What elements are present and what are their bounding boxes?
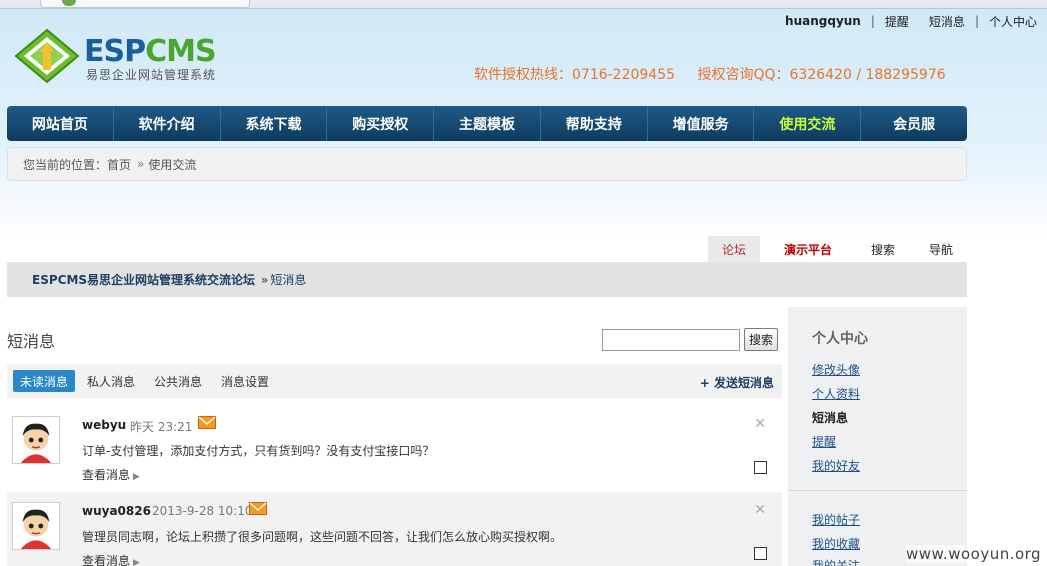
close-icon[interactable]: ✕: [754, 416, 766, 432]
nav-item-help[interactable]: 帮助支持: [541, 106, 648, 141]
list-item: webyu 昨天 23:21 订单-支付管理，添加支付方式，只有货到吗？没有支付…: [7, 406, 782, 492]
top-user-links: huangqyun | 提醒 短消息 | 个人中心: [775, 13, 1047, 29]
message-checkbox[interactable]: [754, 461, 767, 474]
message-checkbox[interactable]: [754, 547, 767, 560]
hotline-info: 软件授权热线：0716-2209455 授权咨询QQ：6326420 / 188…: [474, 64, 964, 84]
avatar[interactable]: [12, 502, 60, 550]
tab-public[interactable]: 公共消息: [147, 370, 209, 392]
close-icon[interactable]: ✕: [754, 502, 766, 518]
view-message-link[interactable]: 查看消息 ▶: [82, 552, 140, 566]
sidebar-divider: [788, 490, 967, 491]
nav-item-member[interactable]: 会员服: [861, 106, 967, 141]
breadcrumb-prefix[interactable]: 您当前的位置：首页: [23, 156, 131, 173]
message-time: 昨天 23:21: [130, 420, 193, 434]
sidebar-item-favorites[interactable]: 我的收藏: [812, 535, 860, 552]
sidebar-item-friends[interactable]: 我的好友: [812, 457, 860, 474]
watermark: www.wooyun.org: [906, 545, 1042, 563]
logo-wordmark-b: CMS: [145, 34, 216, 69]
forum-name-link[interactable]: ESPCMS易思企业网站管理系统交流论坛: [32, 271, 255, 288]
browser-tab-strip: [0, 0, 1047, 9]
remind-link[interactable]: 提醒: [875, 13, 919, 30]
nav-item-community[interactable]: 使用交流: [754, 106, 862, 141]
site-logo[interactable]: ESPCMS 易思企业网站管理系统: [14, 28, 244, 88]
sidebar-item-messages[interactable]: 短消息: [812, 409, 848, 426]
forum-tabs: 论坛 演示平台 搜索 导航: [708, 236, 968, 262]
sidebar-item-avatar[interactable]: 修改头像: [812, 361, 860, 378]
nav-item-download[interactable]: 系统下载: [221, 106, 328, 141]
tab-demo[interactable]: 演示平台: [764, 236, 852, 262]
view-message-label[interactable]: 查看消息: [82, 554, 130, 566]
search-button[interactable]: 搜索: [744, 328, 778, 351]
breadcrumb: 您当前的位置：首页 » 使用交流: [7, 147, 967, 181]
tab-settings[interactable]: 消息设置: [214, 370, 276, 392]
logo-subtitle: 易思企业网站管理系统: [86, 68, 217, 82]
sidebar-item-profile[interactable]: 个人资料: [812, 385, 860, 402]
messages-link[interactable]: 短消息: [919, 13, 975, 30]
logo-wordmark: ESPCMS: [84, 34, 217, 69]
qq-hotline: 授权咨询QQ：6326420 / 188295976: [697, 67, 946, 83]
forum-breadcrumb-arrow: »: [261, 272, 269, 287]
license-hotline: 软件授权热线：0716-2209455: [474, 67, 676, 83]
tab-navigation[interactable]: 导航: [914, 236, 968, 262]
view-message-link[interactable]: 查看消息 ▶: [82, 466, 140, 483]
sidebar-item-following[interactable]: 我的关注: [812, 557, 860, 566]
logo-wordmark-a: ESP: [84, 34, 146, 69]
message-sender[interactable]: wuya0826: [82, 504, 151, 518]
nav-item-themes[interactable]: 主题模板: [434, 106, 541, 141]
mail-icon: [198, 416, 216, 429]
sidebar-item-posts[interactable]: 我的帖子: [812, 511, 860, 528]
forum-breadcrumb: ESPCMS易思企业网站管理系统交流论坛 » 短消息: [7, 262, 967, 297]
tab-unread[interactable]: 未读消息: [13, 370, 76, 392]
message-text: 管理员同志啊，论坛上积攒了很多问题啊，这些问题不回答，让我们怎么放心购买授权啊。: [82, 530, 563, 544]
nav-item-buy[interactable]: 购买授权: [327, 106, 435, 141]
breadcrumb-arrow: »: [137, 157, 145, 171]
message-time: 2013-9-28 10:10: [152, 504, 253, 518]
username-link[interactable]: huangqyun: [775, 14, 871, 28]
sidebar-item-remind[interactable]: 提醒: [812, 433, 836, 450]
send-message-link[interactable]: + 发送短消息: [700, 374, 774, 391]
sidebar-heading: 个人中心: [812, 331, 868, 347]
breadcrumb-current[interactable]: 使用交流: [148, 156, 196, 173]
nav-item-intro[interactable]: 软件介绍: [114, 106, 221, 141]
triangle-right-icon: ▶: [133, 558, 140, 566]
user-center-sidebar: 个人中心 修改头像 个人资料 短消息 提醒 我的好友 我的帖子 我的收藏 我的关…: [788, 307, 967, 566]
user-center-link[interactable]: 个人中心: [979, 13, 1047, 30]
tab-forum[interactable]: 论坛: [708, 236, 760, 262]
view-message-label[interactable]: 查看消息: [82, 468, 130, 482]
search-input[interactable]: [602, 329, 740, 351]
page-title: 短消息: [7, 332, 56, 351]
message-tabs: 未读消息 私人消息 公共消息 消息设置 + 发送短消息: [7, 364, 782, 398]
forum-breadcrumb-current[interactable]: 短消息: [270, 271, 306, 288]
nav-item-services[interactable]: 增值服务: [648, 106, 755, 141]
list-item: wuya0826 2013-9-28 10:10 管理员同志啊，论坛上积攒了很多…: [7, 492, 782, 566]
message-text: 订单-支付管理，添加支付方式，只有货到吗？没有支付宝接口吗？: [82, 444, 435, 458]
message-sender[interactable]: webyu: [82, 418, 126, 432]
tab-search[interactable]: 搜索: [856, 236, 910, 262]
mail-icon: [249, 502, 267, 515]
nav-item-home[interactable]: 网站首页: [7, 106, 114, 141]
triangle-right-icon: ▶: [133, 472, 140, 482]
tab-private[interactable]: 私人消息: [80, 370, 142, 392]
avatar[interactable]: [12, 416, 60, 464]
main-nav: 网站首页 软件介绍 系统下载 购买授权 主题模板 帮助支持 增值服务 使用交流 …: [7, 106, 967, 141]
espcms-logo-icon: [14, 28, 80, 84]
